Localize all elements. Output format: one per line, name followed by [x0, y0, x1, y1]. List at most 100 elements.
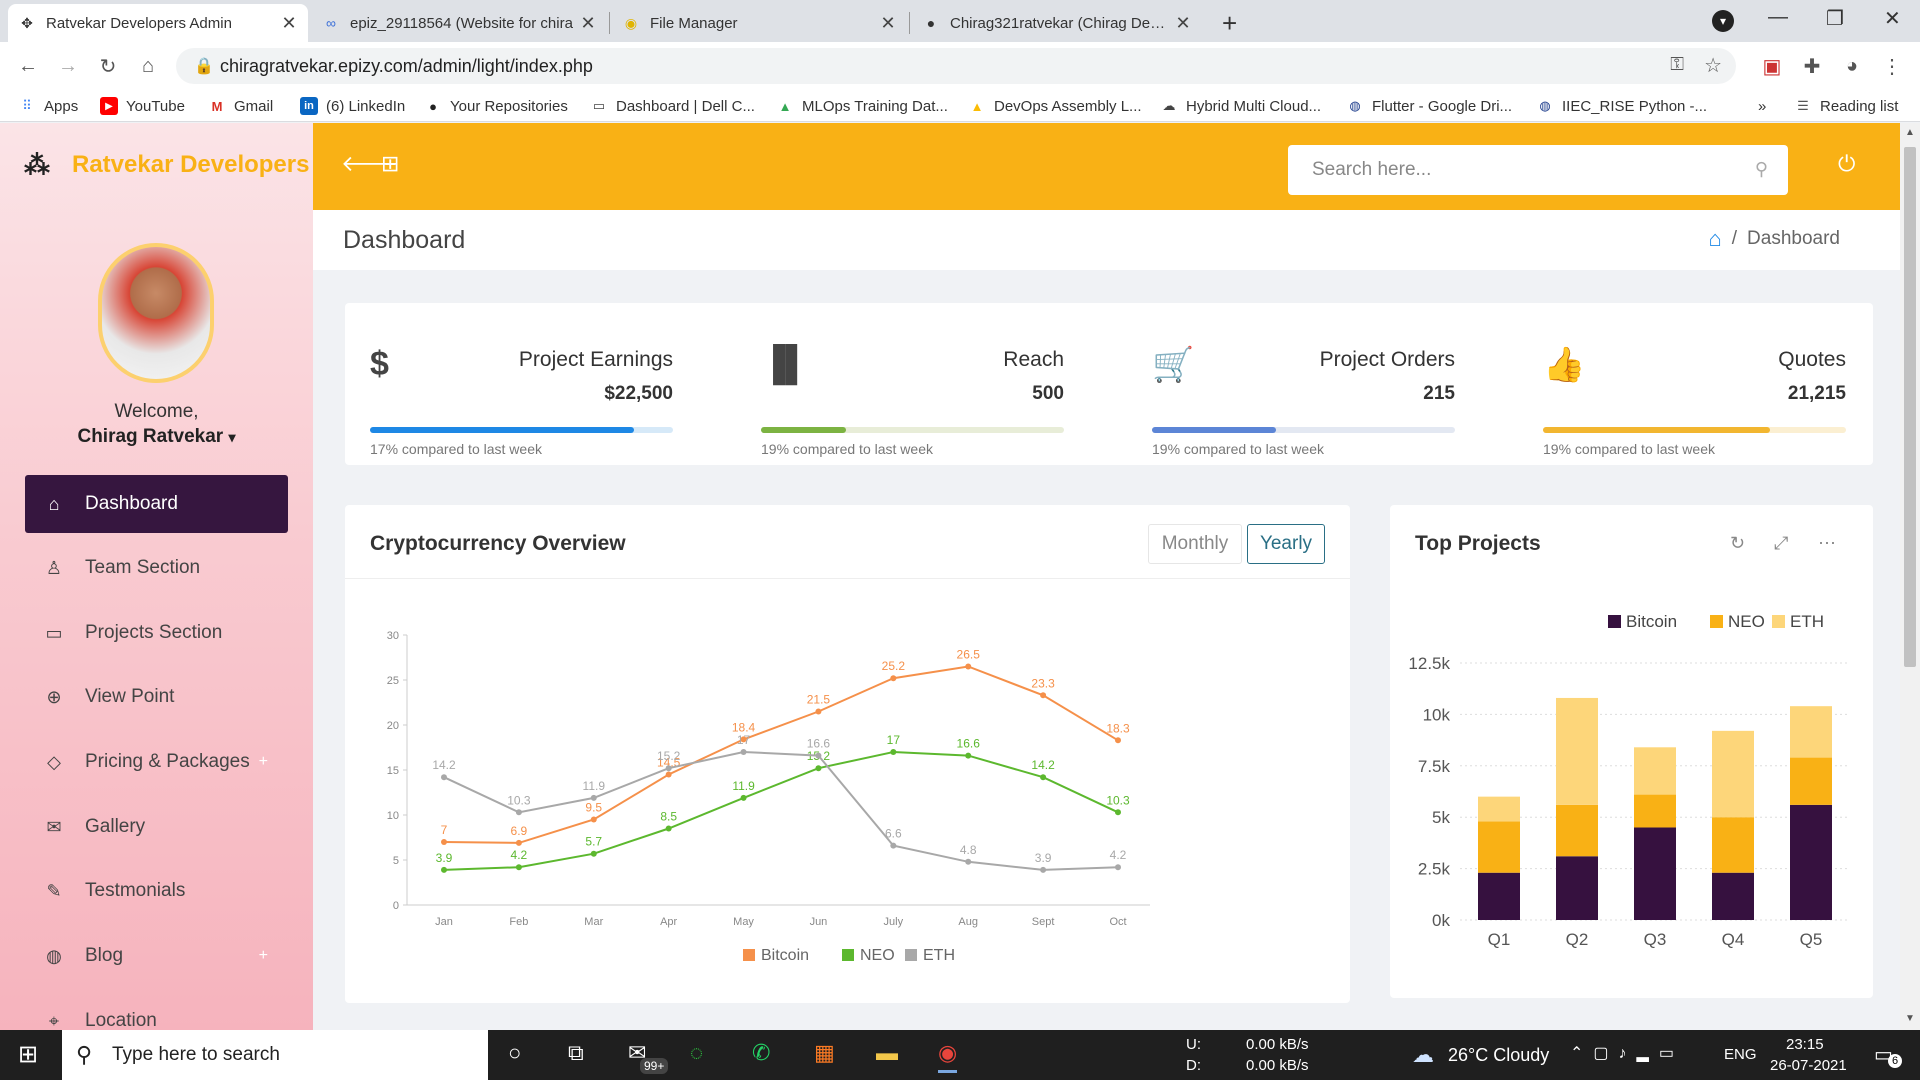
data-label: 6.9 [511, 824, 528, 838]
bookmark-linkedin[interactable]: in (6) LinkedIn [300, 94, 405, 118]
sidebar-item-gallery[interactable]: ✉ Gallery [25, 798, 288, 856]
tray-icons[interactable]: ⌃▢♪▂▭ [1570, 1043, 1684, 1063]
taskbar-search-placeholder: Type here to search [112, 1044, 280, 1065]
power-icon[interactable]: ⏻ [1838, 151, 1855, 177]
brand[interactable]: ⁂ Ratvekar Developers [24, 151, 309, 179]
reading-list[interactable]: ☰ Reading list [1794, 94, 1898, 118]
expand-icon[interactable]: ⤢ [1774, 533, 1788, 554]
maximize-button[interactable]: ❐ [1826, 6, 1844, 31]
forward-icon[interactable]: → [52, 50, 84, 82]
drive-icon: ▲ [778, 98, 792, 114]
sidebar-item-projects[interactable]: ▭ Projects Section [25, 604, 288, 662]
window-close-button[interactable]: ✕ [1884, 6, 1901, 31]
bar-segment-bitcoin [1478, 872, 1520, 920]
close-icon[interactable]: ✕ [1174, 13, 1192, 34]
data-label: 4.8 [960, 843, 977, 857]
new-tab-button[interactable]: + [1222, 8, 1237, 39]
bookmark-hybrid[interactable]: ☁ Hybrid Multi Cloud... [1160, 94, 1322, 118]
progress-fill [761, 427, 846, 433]
bookmarks-overflow[interactable]: » [1758, 94, 1766, 118]
crosshair-icon: ⊕ [46, 686, 62, 707]
x-tick-label: Oct [1109, 916, 1126, 928]
star-icon[interactable]: ☆ [1704, 53, 1722, 78]
close-icon[interactable]: ✕ [579, 13, 597, 34]
logo-icon: ⁂ [24, 150, 50, 180]
chrome-icon[interactable]: ◉ [938, 1040, 958, 1073]
top-header: 🡐 ⊞ Search here... ⚲ ⏻ [313, 123, 1900, 210]
key-icon[interactable]: ⚿ [1670, 54, 1684, 75]
sidebar-item-dashboard[interactable]: ⌂ Dashboard [25, 475, 288, 533]
tab-file-manager[interactable]: ◉ File Manager ✕ [612, 4, 907, 42]
apps-icon: ⠿ [22, 98, 32, 113]
bookmark-mlops[interactable]: ▲ MLOps Training Dat... [776, 94, 948, 118]
tab-github[interactable]: ● Chirag321ratvekar (Chirag Deepa ✕ [912, 4, 1202, 42]
scroll-up-icon[interactable]: ▲ [1905, 127, 1915, 138]
sidebar-item-testmonials[interactable]: ✎ Testmonials [25, 862, 288, 920]
sidebar: ⁂ Ratvekar Developers Welcome, Chirag Ra… [0, 123, 313, 1030]
close-icon[interactable]: ✕ [879, 13, 897, 34]
tab-search-icon[interactable]: ▾ [1712, 10, 1734, 32]
sidebar-item-location[interactable]: ⌖ Location [25, 992, 288, 1030]
windows-taskbar: ⊞ ⚲ Type here to search ○ ⧉ ✉ 99+ ◌ ✆ ▦ … [0, 1030, 1920, 1080]
home-icon: ⌂ [48, 493, 60, 514]
scrollbar-thumb[interactable] [1904, 147, 1916, 667]
folder-icon[interactable]: ▬ [876, 1040, 898, 1066]
bookmark-repositories[interactable]: ● Your Repositories [424, 94, 568, 118]
bookmark-iiec[interactable]: ◍ IIEC_RISE Python -... [1536, 94, 1707, 118]
reload-icon[interactable]: ↻ [92, 50, 124, 82]
windows-start-icon[interactable]: ⊞ [18, 1040, 38, 1069]
address-bar[interactable]: 🔒 chiragratvekar.epizy.com/admin/light/i… [176, 48, 1736, 84]
monthly-button[interactable]: Monthly [1148, 524, 1242, 564]
language-indicator[interactable]: ENG [1724, 1046, 1757, 1063]
close-icon[interactable]: ✕ [280, 13, 298, 34]
sidebar-item-blog[interactable]: ◍ Blog + [25, 927, 288, 985]
tab-admin[interactable]: ✥ Ratvekar Developers Admin ✕ [8, 4, 308, 42]
back-icon[interactable]: ← [12, 50, 44, 82]
bookmark-devops[interactable]: ▲ DevOps Assembly L... [968, 94, 1142, 118]
xampp-icon[interactable]: ▦ [814, 1040, 835, 1066]
line-chart: 0 5 10 15 20 25 30 Jan Feb Mar Apr May Jun July Aug Sep… [387, 630, 1150, 964]
search-input[interactable]: Search here... ⚲ [1288, 145, 1788, 195]
weather-text[interactable]: 26°C Cloudy [1448, 1045, 1549, 1066]
bookmark-flutter[interactable]: ◍ Flutter - Google Dri... [1346, 94, 1512, 118]
menu-icon[interactable]: ⋮ [1876, 50, 1908, 82]
puzzle-icon[interactable]: ✚ [1796, 50, 1828, 82]
sidebar-item-view-point[interactable]: ⊕ View Point [25, 668, 288, 726]
tab-epiz[interactable]: ∞ epiz_29118564 (Website for chira ✕ [312, 4, 607, 42]
upload-speed: 0.00 kB/s [1246, 1036, 1309, 1053]
clock-date[interactable]: 26-07-2021 [1770, 1057, 1847, 1074]
more-icon[interactable]: ⋯ [1818, 533, 1836, 554]
yearly-button[interactable]: Yearly [1247, 524, 1325, 564]
bookmark-youtube[interactable]: ▶ YouTube [100, 94, 185, 118]
user-dropdown[interactable]: Chirag Ratvekar ▾ [0, 426, 313, 448]
minimize-button[interactable]: — [1768, 6, 1788, 29]
profile-avatar[interactable]: ◕ [1836, 50, 1868, 82]
plus-icon[interactable]: + [259, 753, 268, 771]
refresh-icon[interactable]: ↻ [1730, 533, 1745, 554]
home-icon[interactable]: ⌂ [132, 50, 164, 82]
stat-label: Project Earnings [518, 348, 673, 371]
bookmark-gmail[interactable]: M Gmail [208, 94, 274, 118]
extension-icon[interactable]: ▣ [1756, 50, 1788, 82]
y-tick-label: 20 [387, 720, 399, 732]
taskbar-search[interactable]: ⚲ Type here to search [62, 1030, 488, 1080]
whatsapp-icon[interactable]: ✆ [752, 1040, 770, 1066]
mail-badge: 99+ [640, 1058, 669, 1074]
download-speed: 0.00 kB/s [1246, 1057, 1309, 1074]
scroll-down-icon[interactable]: ▼ [1905, 1013, 1915, 1024]
home-icon[interactable]: ⌂ [1708, 226, 1721, 252]
cortana-icon[interactable]: ○ [508, 1040, 521, 1066]
task-view-icon[interactable]: ⧉ [568, 1040, 584, 1066]
bookmark-apps[interactable]: ⠿ Apps [18, 94, 78, 118]
apps-grid-icon[interactable]: ⊞ [381, 151, 399, 177]
sidebar-item-pricing[interactable]: ◇ Pricing & Packages + [25, 733, 288, 791]
page-scrollbar[interactable]: ▲ ▼ [1900, 123, 1920, 1030]
clock-time[interactable]: 23:15 [1786, 1036, 1824, 1053]
bar-segment-bitcoin [1790, 804, 1832, 920]
sidebar-item-team[interactable]: ♙ Team Section [25, 539, 288, 597]
y-tick-label: 10 [387, 810, 399, 822]
data-label: 8.5 [660, 810, 677, 824]
loading-app-icon[interactable]: ◌ [690, 1040, 703, 1066]
plus-icon[interactable]: + [259, 947, 268, 965]
bookmark-dell[interactable]: ▭ Dashboard | Dell C... [590, 94, 755, 118]
